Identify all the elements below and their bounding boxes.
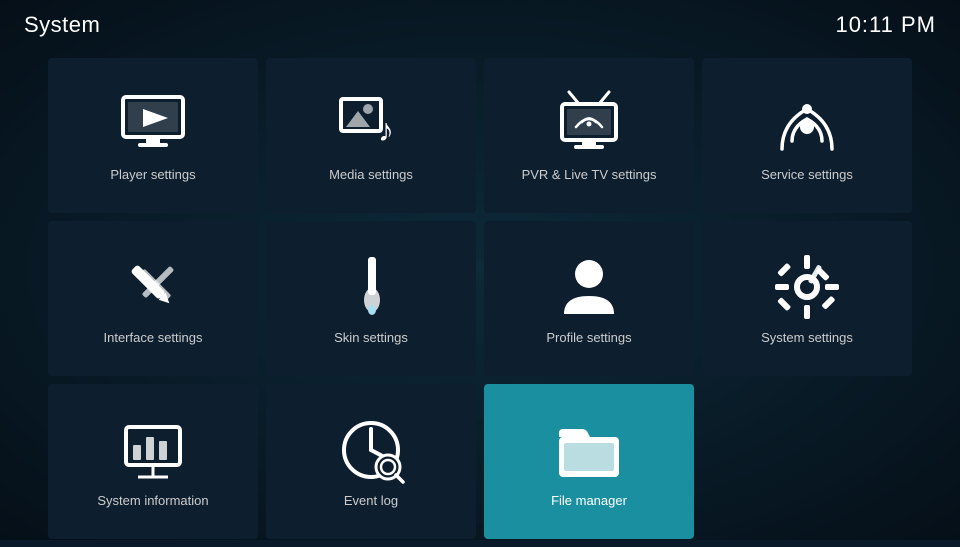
system-page: System 10:11 PM Player settings [0, 0, 960, 540]
event-log-icon [336, 415, 406, 485]
file-manager-label: File manager [543, 493, 635, 508]
tiles-grid: Player settings ♪ Media settings [0, 50, 960, 547]
interface-icon [118, 252, 188, 322]
media-settings-label: Media settings [321, 167, 421, 182]
tile-interface-settings[interactable]: Interface settings [48, 221, 258, 376]
tile-service-settings[interactable]: Service settings [702, 58, 912, 213]
skin-settings-label: Skin settings [326, 330, 416, 345]
clock: 10:11 PM [835, 12, 936, 38]
player-icon [118, 89, 188, 159]
profile-icon [554, 252, 624, 322]
system-info-icon [118, 415, 188, 485]
tile-media-settings[interactable]: ♪ Media settings [266, 58, 476, 213]
pvr-icon [554, 89, 624, 159]
profile-settings-label: Profile settings [538, 330, 639, 345]
system-information-label: System information [89, 493, 216, 508]
skin-icon [336, 252, 406, 322]
tile-system-settings[interactable]: System settings [702, 221, 912, 376]
service-icon [772, 89, 842, 159]
tile-system-information[interactable]: System information [48, 384, 258, 539]
svg-text:♪: ♪ [378, 112, 394, 148]
interface-settings-label: Interface settings [96, 330, 211, 345]
event-log-label: Event log [336, 493, 406, 508]
tile-profile-settings[interactable]: Profile settings [484, 221, 694, 376]
tile-event-log[interactable]: Event log [266, 384, 476, 539]
tile-skin-settings[interactable]: Skin settings [266, 221, 476, 376]
system-settings-label: System settings [753, 330, 861, 345]
file-manager-icon [554, 415, 624, 485]
pvr-settings-label: PVR & Live TV settings [514, 167, 665, 182]
header: System 10:11 PM [0, 0, 960, 50]
system-settings-icon [772, 252, 842, 322]
player-settings-label: Player settings [102, 167, 203, 182]
service-settings-label: Service settings [753, 167, 861, 182]
tile-file-manager[interactable]: File manager [484, 384, 694, 539]
page-title: System [24, 12, 100, 38]
tile-pvr-settings[interactable]: PVR & Live TV settings [484, 58, 694, 213]
media-icon: ♪ [336, 89, 406, 159]
tile-player-settings[interactable]: Player settings [48, 58, 258, 213]
